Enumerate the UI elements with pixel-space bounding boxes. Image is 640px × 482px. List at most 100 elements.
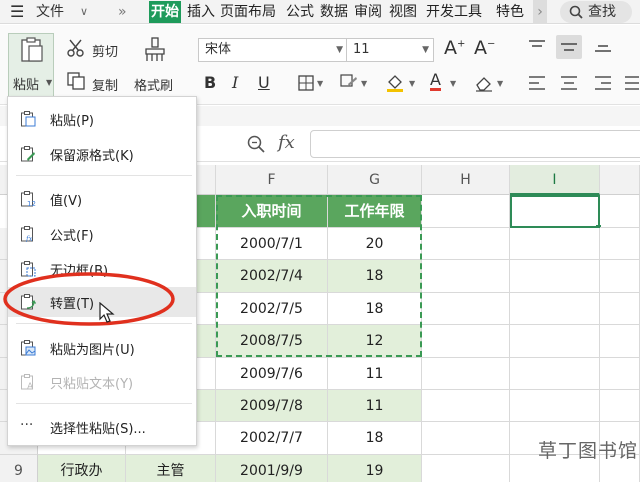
cell-g[interactable]: 12 [328,325,422,358]
cell-h[interactable] [422,260,510,293]
tab-data[interactable]: 数据 [318,1,350,23]
cell-f[interactable]: 2008/7/5 [216,325,328,358]
cell-h[interactable] [422,357,510,390]
cell-j[interactable] [600,390,640,423]
cell-g[interactable]: 18 [328,422,422,455]
cell-i[interactable] [510,325,600,358]
cell-i1[interactable] [510,195,600,228]
paste-special-menu-item[interactable]: ··· 选择性粘贴(S)... [8,412,196,442]
cell-h[interactable] [422,228,510,261]
cell-i[interactable] [510,292,600,326]
tab-formulas[interactable]: 公式 [284,1,316,23]
clear-format-icon[interactable] [474,74,494,92]
copy-button[interactable]: 复制 [92,75,118,94]
paste-values-menu-item[interactable]: 12 值(V) [8,184,196,214]
increase-font-icon[interactable]: A+ [444,37,465,59]
cell-e[interactable]: 主管 [126,454,216,482]
fill-color-icon[interactable] [385,73,405,93]
scissors-icon[interactable] [66,38,86,58]
tab-features[interactable]: 特色 [494,1,526,23]
cell-f[interactable]: 2002/7/5 [216,292,328,326]
cell-f1[interactable]: 入职时间 [216,195,328,228]
cell-g[interactable]: 19 [328,454,422,482]
justify-icon[interactable] [624,75,640,91]
column-header-f[interactable]: F [216,165,328,195]
align-top-icon[interactable] [528,39,546,53]
cell-g[interactable]: 11 [328,390,422,423]
chevron-down-icon[interactable]: ▼ [409,79,415,88]
paste-as-picture-menu-item[interactable]: 粘贴为图片(U) [8,333,196,363]
column-header-g[interactable]: G [328,165,422,195]
file-menu[interactable]: 文件 [36,0,64,24]
underline-icon[interactable]: U [258,73,270,92]
chevron-down-icon[interactable]: ▼ [497,79,503,88]
decrease-font-icon[interactable]: A− [474,37,495,59]
chevron-down-icon[interactable]: ▼ [361,79,367,88]
cell-style-icon[interactable] [340,74,358,92]
borders-icon[interactable] [298,75,314,91]
cell-i[interactable] [510,228,600,261]
bold-icon[interactable]: B [204,73,216,92]
font-name-select[interactable]: 宋体 ▼ [198,38,348,62]
chevron-down-icon[interactable]: ∨ [80,0,88,24]
cell-j1[interactable] [600,195,640,228]
column-header-j[interactable] [600,165,640,195]
cell-h[interactable] [422,390,510,423]
cut-button[interactable]: 剪切 [92,41,118,60]
cell-i[interactable] [510,260,600,293]
cell-j[interactable] [600,260,640,293]
cell-j[interactable] [600,325,640,358]
format-painter-button[interactable]: 格式刷 [134,75,173,94]
cell-g[interactable]: 18 [328,260,422,293]
align-middle-button[interactable] [556,35,582,59]
cell-g1[interactable]: 工作年限 [328,195,422,228]
column-header-h[interactable]: H [422,165,510,195]
paste-keep-format-menu-item[interactable]: 保留源格式(K) [8,139,196,169]
tab-home[interactable]: 开始 [149,1,181,23]
cell-h[interactable] [422,292,510,326]
cell-i[interactable] [510,390,600,423]
copy-icon[interactable] [67,72,85,90]
zoom-icon[interactable] [247,135,265,153]
cell-i[interactable] [510,357,600,390]
align-left-icon[interactable] [528,75,546,91]
cell-g[interactable]: 11 [328,357,422,390]
chevron-down-icon[interactable]: ▼ [450,79,456,88]
search-button[interactable]: 查找 [560,1,632,23]
chevron-down-icon[interactable]: ▼ [317,79,323,88]
cell-f[interactable]: 2000/7/1 [216,228,328,261]
cell-h[interactable] [422,422,510,455]
hamburger-icon[interactable]: ☰ [10,0,24,24]
align-center-icon[interactable] [560,75,578,91]
align-bottom-icon[interactable] [594,39,612,53]
cell-h[interactable] [422,325,510,358]
paste-formula-menu-item[interactable]: fx 公式(F) [8,219,196,249]
format-painter-icon[interactable] [144,37,166,63]
tab-view[interactable]: 视图 [387,1,419,23]
cell-f[interactable]: 2009/7/8 [216,390,328,423]
italic-icon[interactable]: I [232,73,238,92]
cell-h[interactable] [422,454,510,482]
cell-f[interactable]: 2009/7/6 [216,357,328,390]
overflow-chevron-icon[interactable]: » [118,0,127,24]
cell-j[interactable] [600,292,640,326]
cell-h1[interactable] [422,195,510,228]
tab-page-layout[interactable]: 页面布局 [218,1,278,23]
tab-developer[interactable]: 开发工具 [424,1,484,23]
cell-j[interactable] [600,357,640,390]
column-header-i[interactable]: I [510,165,600,195]
cell-j[interactable] [600,228,640,261]
font-size-select[interactable]: 11 ▼ [346,38,434,62]
tab-insert[interactable]: 插入 [185,1,217,23]
font-color-icon[interactable]: A [430,71,441,91]
tabs-scroll-right-icon[interactable]: › [533,0,547,24]
align-right-icon[interactable] [594,75,612,91]
cell-f[interactable]: 2001/9/9 [216,454,328,482]
cell-g[interactable]: 20 [328,228,422,261]
tab-review[interactable]: 审阅 [352,1,384,23]
paste-menu-item[interactable]: 粘贴(P) [8,104,196,134]
cell-d[interactable]: 行政办 [38,454,126,482]
row-header[interactable]: 9 [0,454,38,482]
cell-f[interactable]: 2002/7/7 [216,422,328,455]
fx-icon[interactable]: fx [278,132,295,153]
